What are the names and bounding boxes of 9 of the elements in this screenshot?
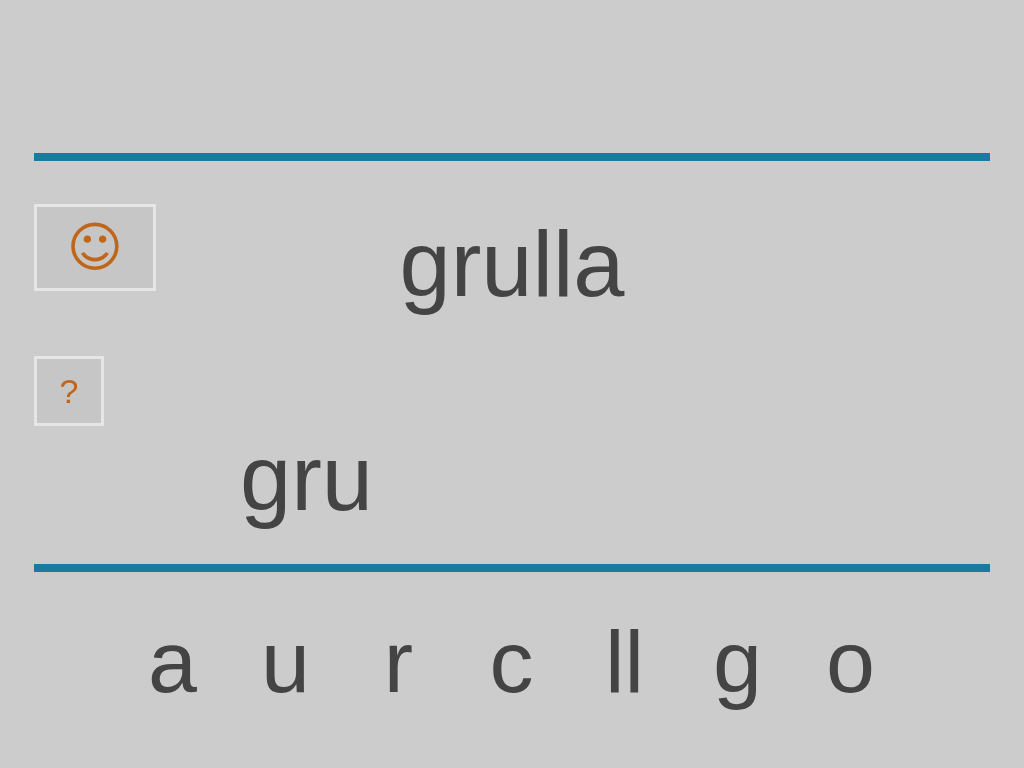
letter-tile[interactable]: a: [116, 614, 229, 711]
letter-tile[interactable]: o: [794, 614, 907, 711]
letter-tile[interactable]: c: [455, 614, 568, 711]
letter-tile[interactable]: ll: [568, 614, 681, 711]
letter-tile[interactable]: r: [342, 614, 455, 711]
typed-text: gru: [240, 432, 373, 531]
target-word: grulla: [399, 214, 625, 316]
letter-tile[interactable]: u: [229, 614, 342, 711]
letter-tile[interactable]: g: [681, 614, 794, 711]
